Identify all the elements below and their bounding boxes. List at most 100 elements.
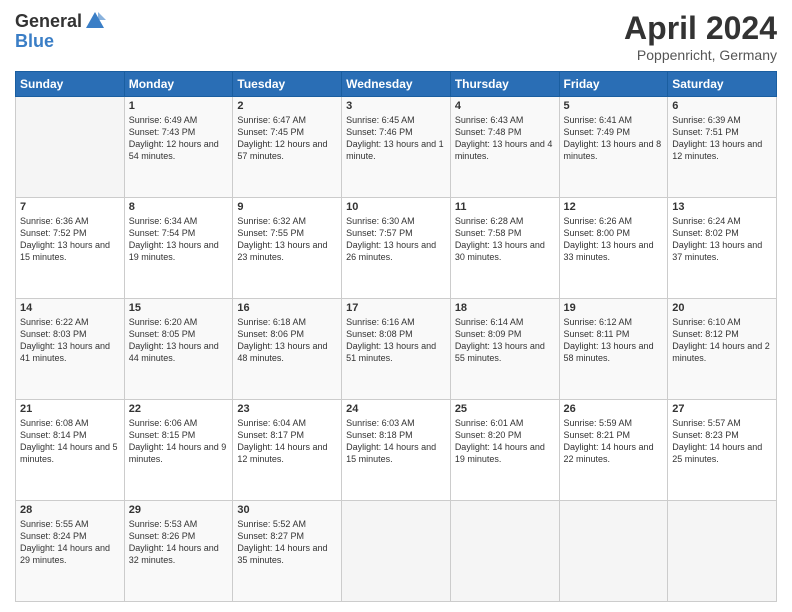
day-number: 12	[564, 201, 664, 213]
day-info: Sunrise: 6:47 AMSunset: 7:45 PMDaylight:…	[237, 114, 337, 163]
day-info: Sunrise: 6:03 AMSunset: 8:18 PMDaylight:…	[346, 417, 446, 466]
day-number: 23	[237, 403, 337, 415]
day-number: 4	[455, 100, 555, 112]
calendar-cell: 30 Sunrise: 5:52 AMSunset: 8:27 PMDayligh…	[233, 501, 342, 602]
day-info: Sunrise: 6:26 AMSunset: 8:00 PMDaylight:…	[564, 215, 664, 264]
day-info: Sunrise: 6:04 AMSunset: 8:17 PMDaylight:…	[237, 417, 337, 466]
day-number: 8	[129, 201, 229, 213]
calendar-cell: 5 Sunrise: 6:41 AMSunset: 7:49 PMDaylight…	[559, 97, 668, 198]
logo-icon	[84, 10, 106, 32]
day-info: Sunrise: 5:59 AMSunset: 8:21 PMDaylight:…	[564, 417, 664, 466]
day-info: Sunrise: 6:22 AMSunset: 8:03 PMDaylight:…	[20, 316, 120, 365]
calendar-table: SundayMondayTuesdayWednesdayThursdayFrid…	[15, 71, 777, 602]
logo: General Blue	[15, 10, 106, 52]
logo-blue: Blue	[15, 31, 54, 51]
calendar-cell: 16 Sunrise: 6:18 AMSunset: 8:06 PMDayligh…	[233, 299, 342, 400]
day-number: 25	[455, 403, 555, 415]
day-info: Sunrise: 6:06 AMSunset: 8:15 PMDaylight:…	[129, 417, 229, 466]
calendar-cell: 23 Sunrise: 6:04 AMSunset: 8:17 PMDayligh…	[233, 400, 342, 501]
calendar-cell: 27Sunrise: 5:57 AMSunset: 8:23 PMDayligh…	[668, 400, 777, 501]
weekday-header-row: SundayMondayTuesdayWednesdayThursdayFrid…	[16, 72, 777, 97]
day-number: 26	[564, 403, 664, 415]
day-info: Sunrise: 6:08 AMSunset: 8:14 PMDaylight:…	[20, 417, 120, 466]
header: General Blue April 2024 Poppenricht, Ger…	[15, 10, 777, 63]
day-number: 19	[564, 302, 664, 314]
day-number: 9	[237, 201, 337, 213]
calendar-cell: 18 Sunrise: 6:14 AMSunset: 8:09 PMDayligh…	[450, 299, 559, 400]
calendar-location: Poppenricht, Germany	[624, 47, 777, 63]
day-info: Sunrise: 6:41 AMSunset: 7:49 PMDaylight:…	[564, 114, 664, 163]
calendar-cell: 3 Sunrise: 6:45 AMSunset: 7:46 PMDaylight…	[342, 97, 451, 198]
calendar-cell: 22 Sunrise: 6:06 AMSunset: 8:15 PMDayligh…	[124, 400, 233, 501]
day-number: 3	[346, 100, 446, 112]
weekday-header-monday: Monday	[124, 72, 233, 97]
day-number: 5	[564, 100, 664, 112]
calendar-cell: 25Sunrise: 6:01 AMSunset: 8:20 PMDayligh…	[450, 400, 559, 501]
calendar-cell: 19 Sunrise: 6:12 AMSunset: 8:11 PMDayligh…	[559, 299, 668, 400]
calendar-cell: 17 Sunrise: 6:16 AMSunset: 8:08 PMDayligh…	[342, 299, 451, 400]
day-info: Sunrise: 6:10 AMSunset: 8:12 PMDaylight:…	[672, 316, 772, 365]
day-info: Sunrise: 5:55 AMSunset: 8:24 PMDaylight:…	[20, 518, 120, 567]
day-number: 18	[455, 302, 555, 314]
day-number: 1	[129, 100, 229, 112]
day-number: 14	[20, 302, 120, 314]
day-number: 10	[346, 201, 446, 213]
day-number: 24	[346, 403, 446, 415]
calendar-cell: 26 Sunrise: 5:59 AMSunset: 8:21 PMDayligh…	[559, 400, 668, 501]
day-info: Sunrise: 6:14 AMSunset: 8:09 PMDaylight:…	[455, 316, 555, 365]
day-info: Sunrise: 6:30 AMSunset: 7:57 PMDaylight:…	[346, 215, 446, 264]
day-info: Sunrise: 6:24 AMSunset: 8:02 PMDaylight:…	[672, 215, 772, 264]
calendar-cell: 12 Sunrise: 6:26 AMSunset: 8:00 PMDayligh…	[559, 198, 668, 299]
day-info: Sunrise: 6:18 AMSunset: 8:06 PMDaylight:…	[237, 316, 337, 365]
day-number: 30	[237, 504, 337, 516]
calendar-week-row: 7 Sunrise: 6:36 AMSunset: 7:52 PMDaylight…	[16, 198, 777, 299]
calendar-cell: 10 Sunrise: 6:30 AMSunset: 7:57 PMDayligh…	[342, 198, 451, 299]
day-number: 22	[129, 403, 229, 415]
calendar-cell	[16, 97, 125, 198]
calendar-week-row: 1 Sunrise: 6:49 AMSunset: 7:43 PMDaylight…	[16, 97, 777, 198]
day-info: Sunrise: 6:34 AMSunset: 7:54 PMDaylight:…	[129, 215, 229, 264]
calendar-cell: 8 Sunrise: 6:34 AMSunset: 7:54 PMDaylight…	[124, 198, 233, 299]
day-info: Sunrise: 5:53 AMSunset: 8:26 PMDaylight:…	[129, 518, 229, 567]
day-number: 11	[455, 201, 555, 213]
calendar-week-row: 14 Sunrise: 6:22 AMSunset: 8:03 PMDayligh…	[16, 299, 777, 400]
day-number: 7	[20, 201, 120, 213]
day-info: Sunrise: 5:52 AMSunset: 8:27 PMDaylight:…	[237, 518, 337, 567]
weekday-header-friday: Friday	[559, 72, 668, 97]
weekday-header-wednesday: Wednesday	[342, 72, 451, 97]
day-number: 21	[20, 403, 120, 415]
day-number: 20	[672, 302, 772, 314]
calendar-cell: 4Sunrise: 6:43 AMSunset: 7:48 PMDaylight…	[450, 97, 559, 198]
calendar-cell: 20 Sunrise: 6:10 AMSunset: 8:12 PMDayligh…	[668, 299, 777, 400]
day-number: 16	[237, 302, 337, 314]
calendar-cell: 21 Sunrise: 6:08 AMSunset: 8:14 PMDayligh…	[16, 400, 125, 501]
day-info: Sunrise: 6:49 AMSunset: 7:43 PMDaylight:…	[129, 114, 229, 163]
calendar-cell: 28 Sunrise: 5:55 AMSunset: 8:24 PMDayligh…	[16, 501, 125, 602]
day-info: Sunrise: 6:12 AMSunset: 8:11 PMDaylight:…	[564, 316, 664, 365]
calendar-cell	[668, 501, 777, 602]
day-info: Sunrise: 6:20 AMSunset: 8:05 PMDaylight:…	[129, 316, 229, 365]
day-info: Sunrise: 6:28 AMSunset: 7:58 PMDaylight:…	[455, 215, 555, 264]
day-info: Sunrise: 6:16 AMSunset: 8:08 PMDaylight:…	[346, 316, 446, 365]
weekday-header-tuesday: Tuesday	[233, 72, 342, 97]
calendar-cell: 2 Sunrise: 6:47 AMSunset: 7:45 PMDaylight…	[233, 97, 342, 198]
calendar-page: General Blue April 2024 Poppenricht, Ger…	[0, 0, 792, 612]
calendar-cell	[450, 501, 559, 602]
logo-general: General	[15, 12, 82, 30]
calendar-cell	[559, 501, 668, 602]
day-info: Sunrise: 6:32 AMSunset: 7:55 PMDaylight:…	[237, 215, 337, 264]
day-number: 2	[237, 100, 337, 112]
calendar-week-row: 21 Sunrise: 6:08 AMSunset: 8:14 PMDayligh…	[16, 400, 777, 501]
day-number: 29	[129, 504, 229, 516]
calendar-cell: 9 Sunrise: 6:32 AMSunset: 7:55 PMDaylight…	[233, 198, 342, 299]
day-number: 28	[20, 504, 120, 516]
weekday-header-thursday: Thursday	[450, 72, 559, 97]
day-info: Sunrise: 6:45 AMSunset: 7:46 PMDaylight:…	[346, 114, 446, 163]
day-info: Sunrise: 6:36 AMSunset: 7:52 PMDaylight:…	[20, 215, 120, 264]
day-number: 6	[672, 100, 772, 112]
day-number: 17	[346, 302, 446, 314]
calendar-cell: 7 Sunrise: 6:36 AMSunset: 7:52 PMDaylight…	[16, 198, 125, 299]
calendar-cell: 29 Sunrise: 5:53 AMSunset: 8:26 PMDayligh…	[124, 501, 233, 602]
calendar-cell: 15Sunrise: 6:20 AMSunset: 8:05 PMDayligh…	[124, 299, 233, 400]
day-info: Sunrise: 6:39 AMSunset: 7:51 PMDaylight:…	[672, 114, 772, 163]
